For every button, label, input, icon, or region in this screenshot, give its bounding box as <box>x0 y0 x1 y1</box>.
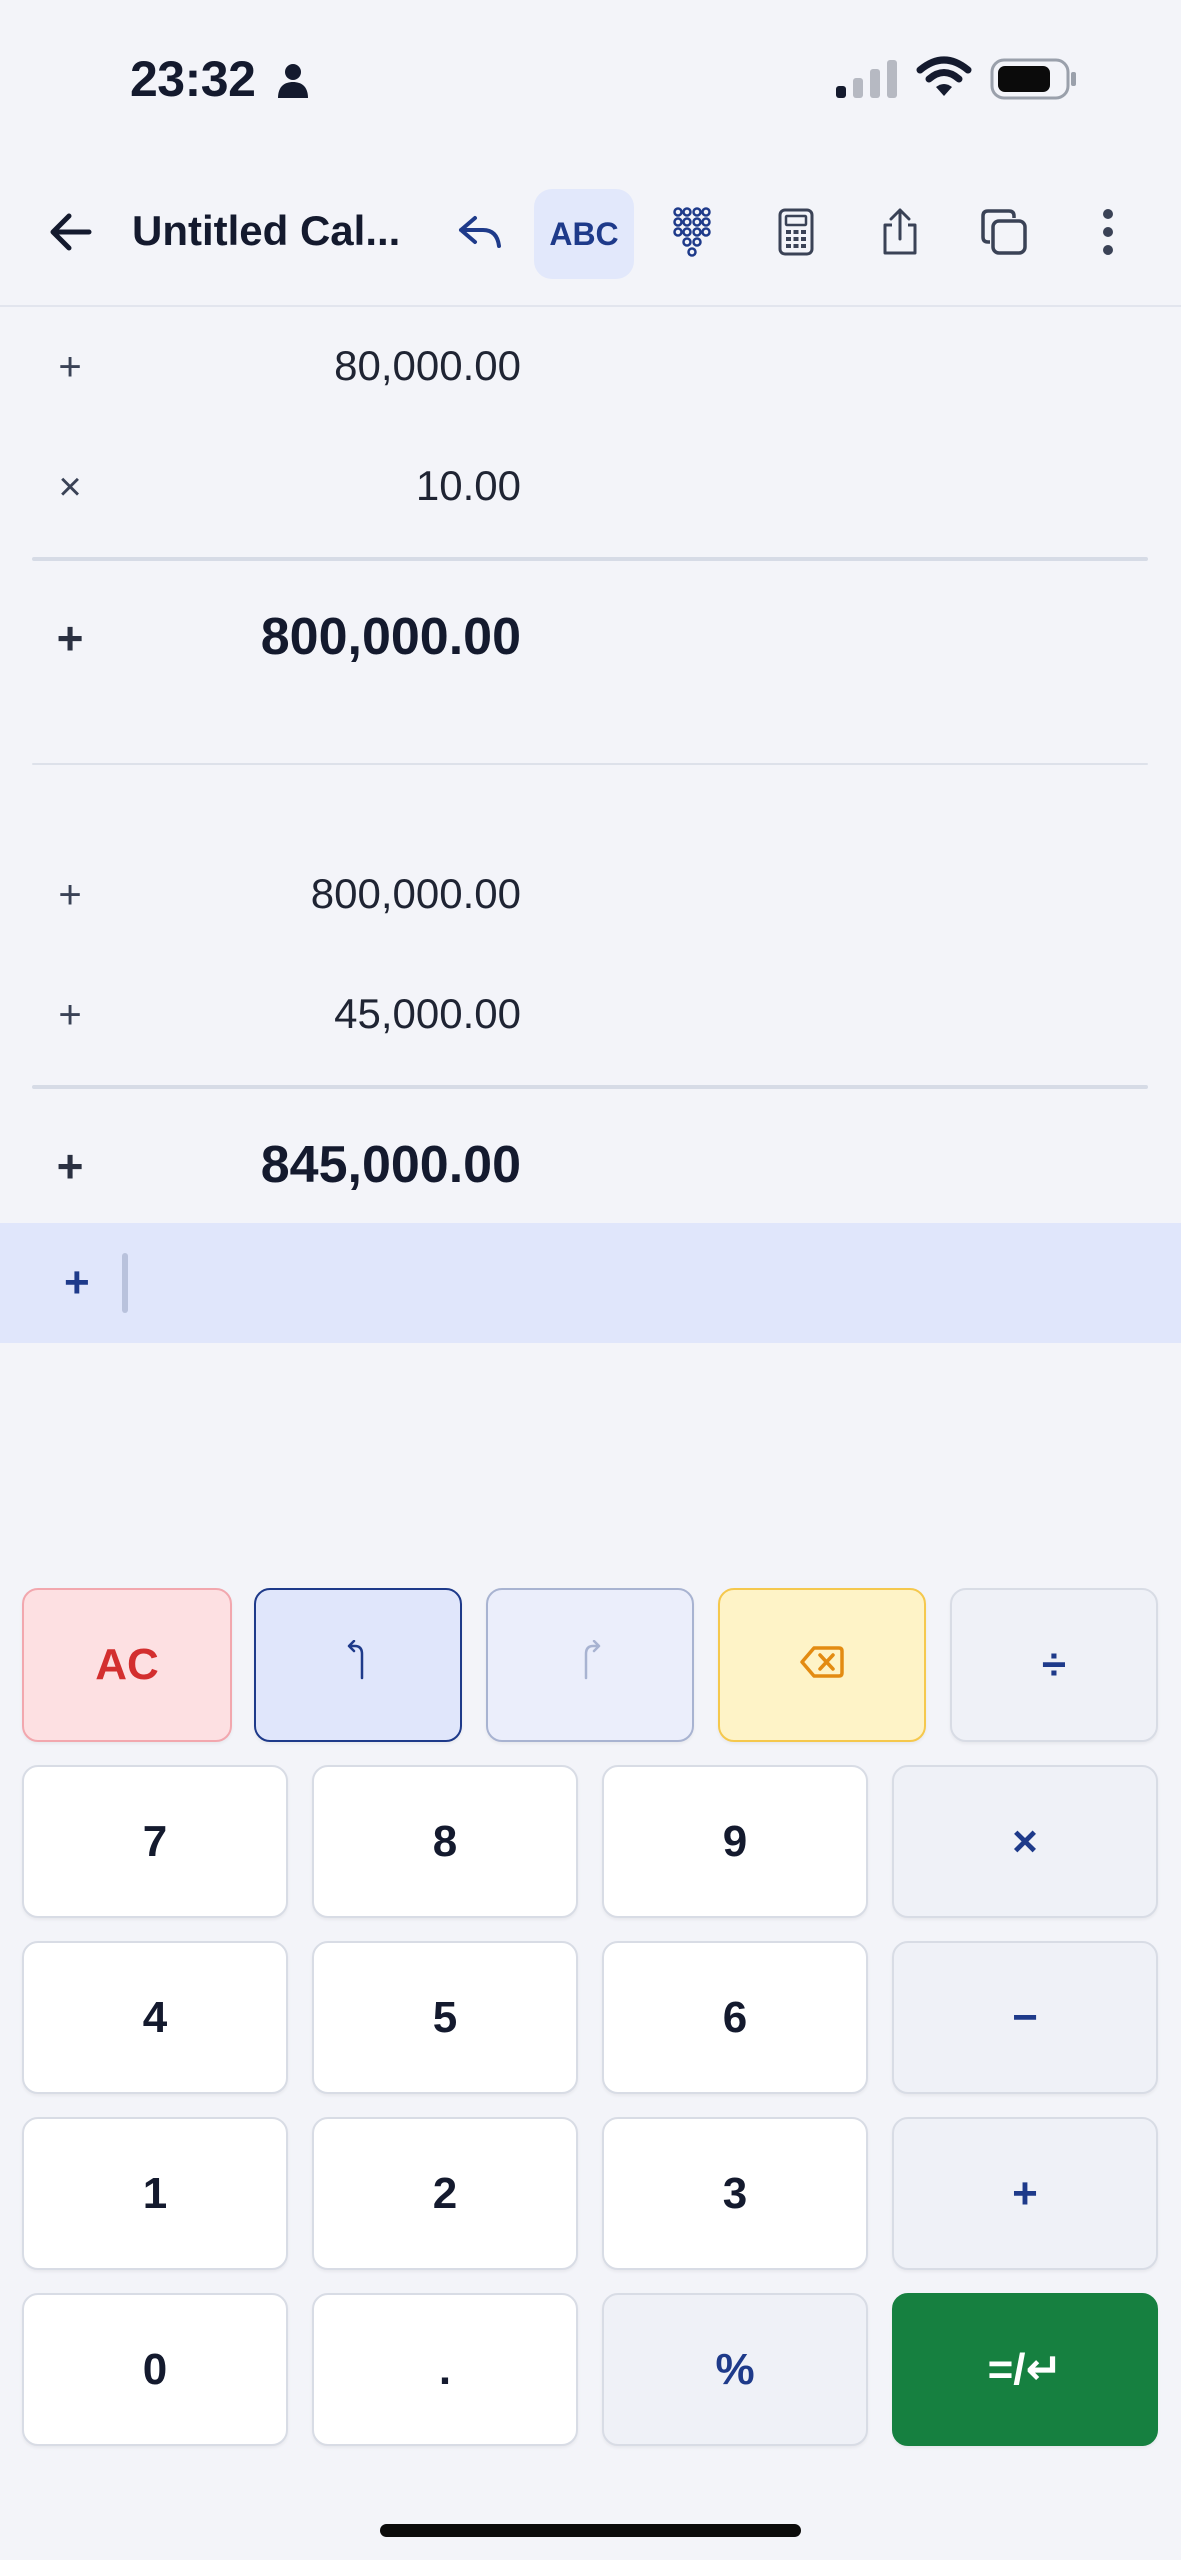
digit-8-button[interactable]: 8 <box>312 1765 578 1918</box>
toolbar: Untitled Cal... ABC <box>0 175 1181 307</box>
dialpad-button[interactable] <box>642 189 742 279</box>
abc-mode-button[interactable]: ABC <box>534 189 634 279</box>
tape-row[interactable]: + 800,000.00 <box>0 833 1181 953</box>
divide-button[interactable]: ÷ <box>950 1588 1158 1742</box>
cellular-signal-icon <box>836 60 900 103</box>
decimal-point-button[interactable]: . <box>312 2293 578 2446</box>
undo-button[interactable] <box>254 1588 462 1742</box>
digit-9-button[interactable]: 9 <box>602 1765 868 1918</box>
tape-total-row[interactable]: + 845,000.00 <box>0 1103 1181 1223</box>
digit-7-button[interactable]: 7 <box>22 1765 288 1918</box>
redo-button[interactable] <box>486 1588 694 1742</box>
percent-button[interactable]: % <box>602 2293 868 2446</box>
tape-total-value: 845,000.00 <box>260 1136 521 1194</box>
tape-row-value: 45,000.00 <box>334 990 521 1037</box>
tape-row-operator: × <box>58 465 82 509</box>
digit-5-button[interactable]: 5 <box>312 1941 578 2094</box>
redo-icon <box>576 1639 604 1691</box>
share-button[interactable] <box>850 189 950 279</box>
tape-row-operator: + <box>56 1140 84 1192</box>
tape-row[interactable]: + 45,000.00 <box>0 953 1181 1073</box>
undo-history-button[interactable] <box>430 189 530 279</box>
tape-row[interactable]: + 80,000.00 <box>0 305 1181 425</box>
section-divider <box>32 763 1148 765</box>
back-button[interactable] <box>20 189 120 279</box>
tape-row-operator: + <box>58 993 82 1037</box>
input-operator: + <box>64 1258 90 1307</box>
subtotal-divider <box>32 557 1148 561</box>
status-bar: 23:32 <box>0 0 1181 160</box>
more-vertical-icon <box>1102 208 1114 261</box>
more-options-button[interactable] <box>1058 189 1158 279</box>
clear-all-button[interactable]: AC <box>22 1588 232 1742</box>
tape-row-value: 10.00 <box>415 462 521 509</box>
multiply-button[interactable]: × <box>892 1765 1158 1918</box>
subtract-button[interactable]: − <box>892 1941 1158 2094</box>
tape-row-value: 800,000.00 <box>310 870 521 917</box>
digit-4-button[interactable]: 4 <box>22 1941 288 2094</box>
digit-0-button[interactable]: 0 <box>22 2293 288 2446</box>
dialpad-icon <box>672 206 712 263</box>
digit-3-button[interactable]: 3 <box>602 2117 868 2270</box>
backspace-button[interactable] <box>718 1588 926 1742</box>
status-time: 23:32 <box>130 51 256 107</box>
page-title: Untitled Cal... <box>132 207 401 254</box>
subtotal-divider <box>32 1085 1148 1089</box>
tape-total-row[interactable]: + 800,000.00 <box>0 575 1181 695</box>
equals-enter-button[interactable]: =/↵ <box>892 2293 1158 2446</box>
tape-row-operator: + <box>56 612 84 664</box>
tape-row-operator: + <box>58 345 82 389</box>
active-input-row[interactable]: + <box>0 1223 1181 1343</box>
undo-arrow-icon <box>457 212 503 257</box>
share-icon <box>880 207 920 262</box>
person-icon <box>276 62 310 103</box>
tape-total-value: 800,000.00 <box>260 608 521 666</box>
undo-icon <box>344 1639 372 1691</box>
battery-icon <box>990 58 1078 105</box>
digit-2-button[interactable]: 2 <box>312 2117 578 2270</box>
calculator-icon <box>778 208 814 261</box>
add-button[interactable]: + <box>892 2117 1158 2270</box>
tape-row[interactable]: × 10.00 <box>0 425 1181 545</box>
backspace-icon <box>800 1640 844 1690</box>
digit-6-button[interactable]: 6 <box>602 1941 868 2094</box>
calculator-button[interactable] <box>746 189 846 279</box>
digit-1-button[interactable]: 1 <box>22 2117 288 2270</box>
tape-row-value: 80,000.00 <box>334 342 521 389</box>
tape-row-operator: + <box>58 873 82 917</box>
copy-button[interactable] <box>954 189 1054 279</box>
copy-icon <box>980 208 1028 261</box>
wifi-icon <box>916 56 972 103</box>
text-cursor <box>122 1253 128 1313</box>
back-arrow-icon <box>47 212 93 257</box>
home-indicator <box>380 2524 801 2537</box>
